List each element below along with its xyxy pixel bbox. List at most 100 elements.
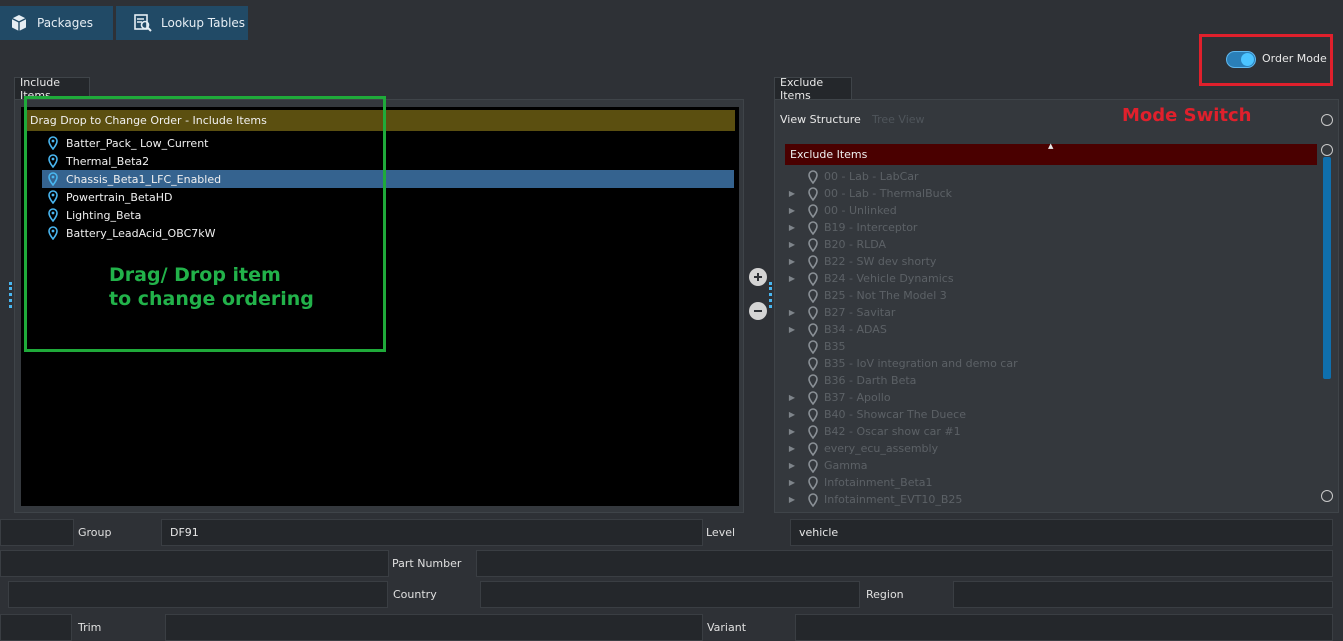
tree-item[interactable]: ▶ B24 - Vehicle Dynamics	[786, 270, 954, 287]
tab-lookup-tables-label: Lookup Tables	[161, 16, 246, 30]
tree-item-label: Infotainment_EVT10_B25	[824, 493, 963, 506]
drag-drop-annotation-line1: Drag/ Drop item	[109, 264, 281, 286]
expand-arrow-icon[interactable]: ▶	[786, 206, 798, 215]
tab-packages-label: Packages	[37, 16, 93, 30]
group-field[interactable]: DF91	[161, 519, 703, 546]
level-label: Level	[706, 526, 736, 539]
tree-item-label: B34 - ADAS	[824, 323, 887, 336]
tree-item-label: B35	[824, 340, 846, 353]
location-pin-icon	[808, 390, 818, 405]
tree-item[interactable]: ▶ 00 - Unlinked	[786, 202, 897, 219]
expand-arrow-icon[interactable]: ▶	[786, 478, 798, 487]
add-circle-icon	[754, 273, 762, 281]
part-number-label: Part Number	[392, 557, 462, 570]
tree-item-label: B42 - Oscar show car #1	[824, 425, 961, 438]
location-pin-icon	[808, 271, 818, 286]
tree-item[interactable]: ▶ every_ecu_assembly	[786, 440, 938, 457]
expand-arrow-icon[interactable]: ▶	[786, 223, 798, 232]
tree-item-label: 00 - Lab - LabCar	[824, 170, 919, 183]
expand-arrow-icon[interactable]: ▶	[786, 308, 798, 317]
tree-item[interactable]: ▶ B42 - Oscar show car #1	[786, 423, 961, 440]
toggle-knob	[1241, 53, 1254, 66]
tree-view-button[interactable]: Tree View	[872, 113, 925, 126]
move-to-include-button[interactable]	[749, 268, 767, 286]
mode-switch-annotation: Mode Switch	[1122, 105, 1252, 126]
location-pin-icon	[808, 441, 818, 456]
remove-circle-icon	[754, 310, 762, 312]
expand-arrow-icon[interactable]: ▶	[786, 393, 798, 402]
scroll-down-icon[interactable]	[1321, 490, 1333, 502]
variant-field[interactable]	[795, 614, 1333, 641]
tree-item[interactable]: B36 - Darth Beta	[786, 372, 916, 389]
order-mode-toggle[interactable]	[1226, 51, 1256, 68]
expand-arrow-icon[interactable]: ▶	[786, 257, 798, 266]
left-field-row2[interactable]	[0, 550, 389, 577]
country-label: Country	[393, 588, 437, 601]
sort-indicator-icon: ▲	[1048, 142, 1054, 150]
group-label: Group	[78, 526, 112, 539]
expand-arrow-icon[interactable]: ▶	[786, 427, 798, 436]
tree-item[interactable]: ▶ 00 - Lab - ThermalBuck	[786, 185, 952, 202]
tree-item-label: B36 - Darth Beta	[824, 374, 917, 387]
expand-arrow-icon[interactable]: ▶	[786, 240, 798, 249]
drag-drop-annotation-line2: to change ordering	[109, 288, 314, 310]
tree-item[interactable]: ▶ Infotainment_EVT10_B25	[786, 491, 962, 508]
tree-item[interactable]: ▶ B37 - Apollo	[786, 389, 891, 406]
tree-item[interactable]: ▶ Infotainment_Beta1	[786, 474, 933, 491]
part-number-field[interactable]	[476, 550, 1333, 577]
left-field-row1[interactable]	[0, 519, 74, 546]
scroll-up-icon[interactable]	[1321, 144, 1333, 156]
trim-field[interactable]	[165, 614, 703, 641]
tree-item[interactable]: ▶ B40 - Showcar The Duece	[786, 406, 966, 423]
tree-item[interactable]: ▶ Gamma	[786, 457, 867, 474]
tree-item-label: B37 - Apollo	[824, 391, 891, 404]
chevron-down-icon[interactable]	[1321, 114, 1333, 126]
region-field[interactable]	[953, 581, 1333, 608]
tab-packages[interactable]: Packages	[0, 6, 113, 40]
tab-exclude-items[interactable]: Exclude Items	[774, 76, 852, 102]
tree-item[interactable]: ▶ B22 - SW dev shorty	[786, 253, 936, 270]
tab-lookup-tables[interactable]: Lookup Tables	[116, 6, 248, 40]
expand-arrow-icon[interactable]: ▶	[786, 274, 798, 283]
expand-arrow-icon[interactable]: ▶	[786, 495, 798, 504]
tree-item-label: 00 - Lab - ThermalBuck	[824, 187, 953, 200]
view-structure-button[interactable]: View Structure	[780, 113, 861, 126]
left-splitter-handle[interactable]	[9, 282, 15, 308]
tree-item-label: Gamma	[824, 459, 868, 472]
tree-item-label: 00 - Unlinked	[824, 204, 897, 217]
left-field-row4[interactable]	[0, 614, 72, 641]
move-to-exclude-button[interactable]	[749, 302, 767, 320]
tree-item-label: B27 - Savitar	[824, 306, 896, 319]
tree-item[interactable]: ▶ B34 - ADAS	[786, 321, 887, 338]
tree-item[interactable]: ▶ B27 - Savitar	[786, 304, 895, 321]
location-pin-icon	[808, 254, 818, 269]
tree-item[interactable]: B35 - IoV integration and demo car	[786, 355, 1018, 372]
tree-item[interactable]: ▶ B20 - RLDA	[786, 236, 886, 253]
expand-arrow-icon[interactable]: ▶	[786, 461, 798, 470]
expand-arrow-icon[interactable]: ▶	[786, 444, 798, 453]
expand-arrow-icon[interactable]: ▶	[786, 189, 798, 198]
exclude-scrollbar[interactable]	[1323, 157, 1331, 379]
tree-item-label: B20 - RLDA	[824, 238, 887, 251]
level-field[interactable]: vehicle	[790, 519, 1333, 546]
tree-item[interactable]: B35	[786, 338, 846, 355]
left-field-row3[interactable]	[8, 581, 388, 608]
tree-item-label: B35 - IoV integration and demo car	[824, 357, 1018, 370]
location-pin-icon	[808, 203, 818, 218]
tree-item-label: B40 - Showcar The Duece	[824, 408, 966, 421]
trim-label: Trim	[78, 621, 102, 634]
package-icon	[11, 15, 27, 31]
tree-item-label: Infotainment_Beta1	[824, 476, 933, 489]
expand-arrow-icon[interactable]: ▶	[786, 325, 798, 334]
lookup-table-icon	[134, 14, 152, 32]
expand-arrow-icon[interactable]: ▶	[786, 410, 798, 419]
location-pin-icon	[808, 407, 818, 422]
country-field[interactable]	[480, 581, 860, 608]
tree-item[interactable]: B25 - Not The Model 3	[786, 287, 947, 304]
tree-item-label: B24 - Vehicle Dynamics	[824, 272, 954, 285]
location-pin-icon	[808, 305, 818, 320]
location-pin-icon	[808, 424, 818, 439]
drag-drop-highlight	[24, 96, 386, 352]
tree-item[interactable]: 00 - Lab - LabCar	[786, 168, 919, 185]
tree-item[interactable]: ▶ B19 - Interceptor	[786, 219, 917, 236]
